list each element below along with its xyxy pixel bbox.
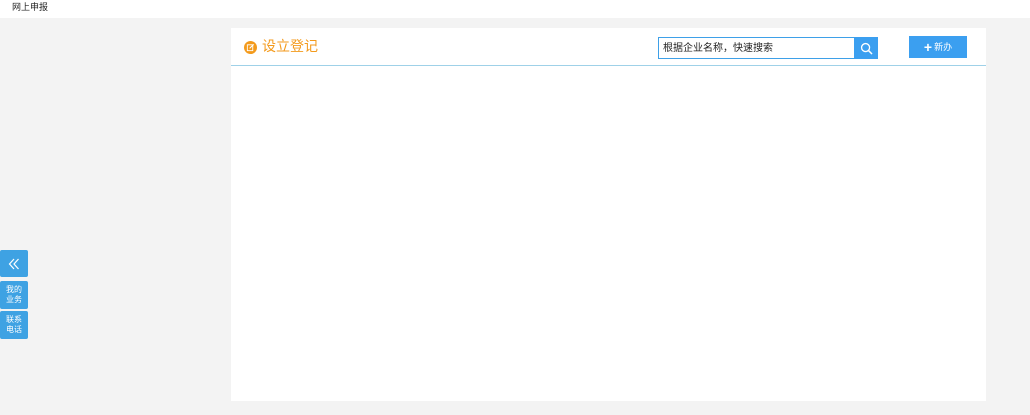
- search-button[interactable]: [854, 37, 878, 59]
- search-icon: [860, 42, 872, 54]
- sidebar-collapse-button[interactable]: [0, 250, 28, 277]
- double-chevron-left-icon: [8, 258, 19, 269]
- my-business-label-line2: 业务: [6, 295, 22, 304]
- panel-header: 设立登记 + 新办: [231, 28, 986, 66]
- my-business-label-line1: 我的: [6, 285, 22, 294]
- top-bar: 网上申报: [0, 0, 1030, 18]
- page-title: 设立登记: [262, 39, 318, 55]
- add-new-button[interactable]: + 新办: [909, 36, 967, 58]
- plus-icon: +: [923, 39, 933, 55]
- contact-phone-button[interactable]: 联系 电话: [0, 311, 28, 339]
- search-input[interactable]: [658, 37, 855, 59]
- app-title: 网上申报: [12, 3, 49, 13]
- main-panel: 设立登记 + 新办: [231, 28, 986, 401]
- add-new-label: 新办: [934, 42, 953, 52]
- contact-phone-label-line2: 电话: [6, 325, 22, 334]
- edit-icon: [244, 41, 257, 54]
- my-business-button[interactable]: 我的 业务: [0, 281, 28, 309]
- contact-phone-label-line1: 联系: [6, 315, 22, 324]
